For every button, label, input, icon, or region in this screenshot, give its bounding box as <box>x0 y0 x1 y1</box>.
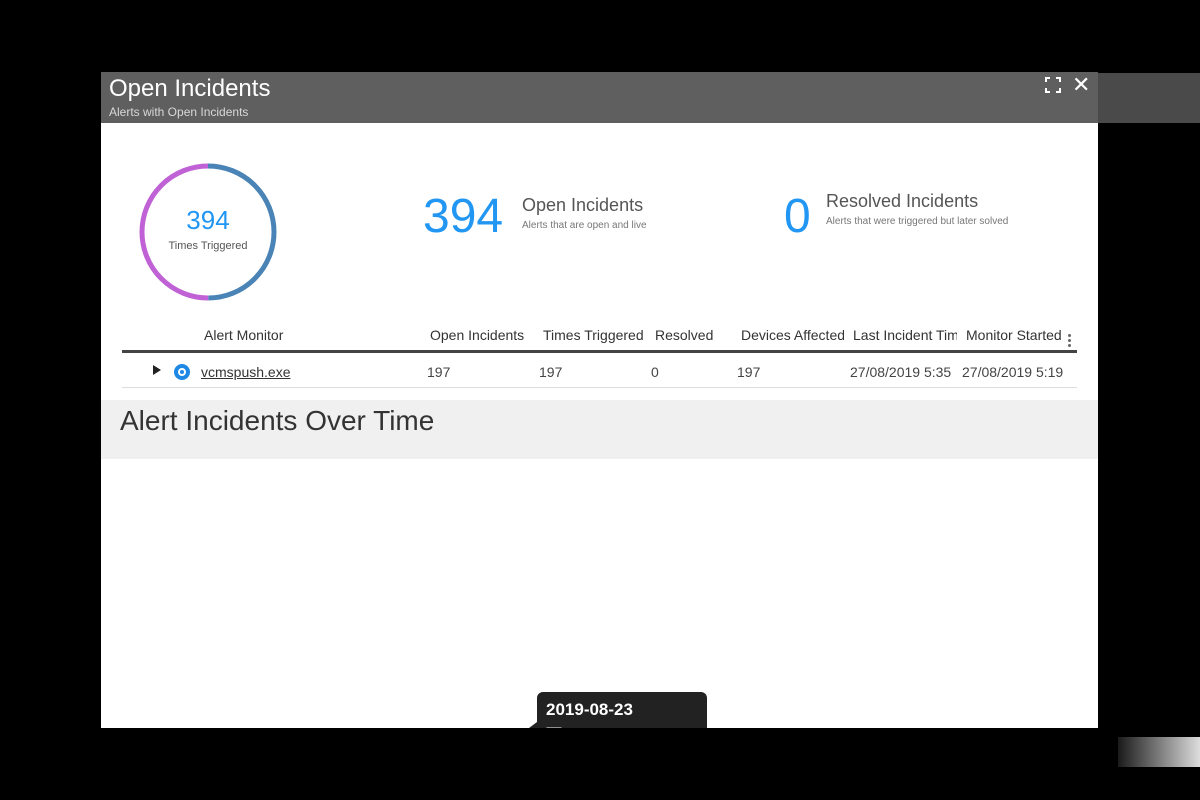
col-devices-affected[interactable]: Devices Affected <box>741 327 844 343</box>
open-incidents-modal: Open Incidents Alerts with Open Incident… <box>101 72 1098 728</box>
window-frame-edge <box>1098 73 1200 123</box>
tooltip-date: 2019-08-23 <box>546 700 633 719</box>
resolved-incidents-subtitle: Alerts that were triggered but later sol… <box>826 216 1009 227</box>
modal-header: Open Incidents Alerts with Open Incident… <box>101 72 1098 123</box>
modal-subtitle: Alerts with Open Incidents <box>109 105 249 119</box>
cell-last-incident: 27/08/2019 5:35 <box>850 364 952 380</box>
col-last-incident-time[interactable]: Last Incident Time <box>853 327 957 343</box>
resolved-incidents-title: Resolved Incidents <box>826 191 979 211</box>
col-times-triggered[interactable]: Times Triggered <box>543 327 653 343</box>
tooltip-label: Opened Alerts: 5 <box>567 726 694 728</box>
times-triggered-label: Times Triggered <box>168 240 248 252</box>
table-row-divider <box>122 387 1077 388</box>
table-header-divider <box>122 350 1077 353</box>
close-icon[interactable]: ✕ <box>1072 74 1090 96</box>
cell-devices-affected: 197 <box>737 364 761 380</box>
modal-title: Open Incidents <box>109 75 271 102</box>
cell-times-triggered: 197 <box>539 364 563 380</box>
frame-edge <box>1098 390 1118 750</box>
status-icon <box>174 364 190 380</box>
cell-open-incidents: 197 <box>427 364 451 380</box>
cell-monitor-started: 27/08/2019 5:19 <box>962 364 1064 380</box>
column-menu-icon[interactable] <box>1068 334 1072 349</box>
maximize-icon[interactable] <box>1044 76 1062 94</box>
chart-header: Alert Incidents Over Time <box>101 400 1098 459</box>
times-triggered-value: 394 <box>186 205 230 235</box>
tooltip-pointer <box>529 722 537 728</box>
expand-row-icon[interactable] <box>153 365 161 375</box>
resolved-incidents-value: 0 <box>784 190 811 243</box>
col-resolved[interactable]: Resolved <box>655 327 725 343</box>
monitor-link[interactable]: vcmspush.exe <box>201 364 290 380</box>
cell-resolved: 0 <box>651 364 659 380</box>
chart-title: Alert Incidents Over Time <box>120 405 435 436</box>
open-incidents-value: 394 <box>423 190 504 243</box>
col-open-incidents[interactable]: Open Incidents <box>430 327 530 343</box>
background-fade <box>1118 737 1200 767</box>
col-alert-monitor[interactable]: Alert Monitor <box>204 327 324 343</box>
col-monitor-started[interactable]: Monitor Started <box>966 327 1062 343</box>
open-incidents-title: Open Incidents <box>522 195 644 215</box>
alert-incidents-chart: 0510150055000110050000102019-08-23Opened… <box>529 692 707 728</box>
open-incidents-subtitle: Alerts that are open and live <box>522 220 647 231</box>
